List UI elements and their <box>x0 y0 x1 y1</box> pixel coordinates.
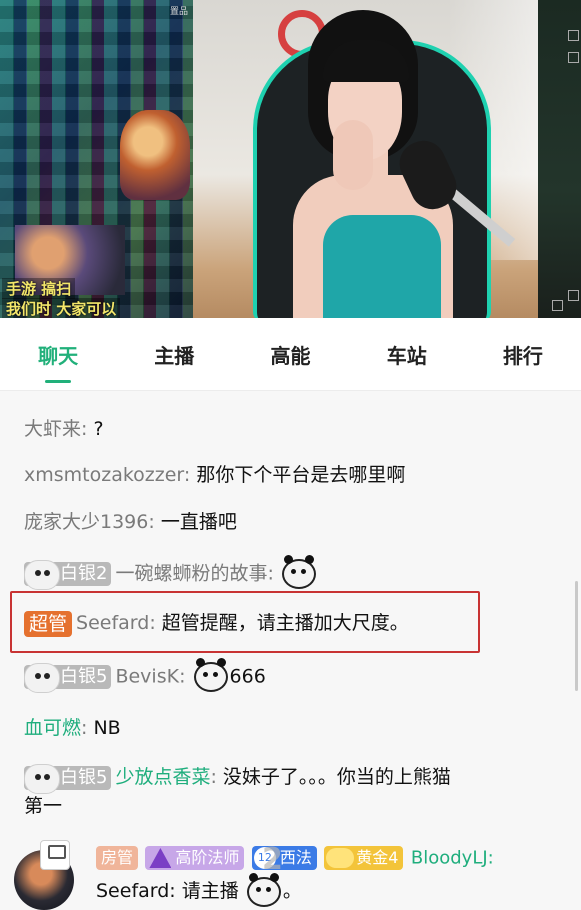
tab-chat[interactable]: 聊天 <box>0 340 116 383</box>
chat-message: 白银2 一碗螺蛳粉的故事: <box>24 555 318 590</box>
stream-side-panel <box>538 0 581 318</box>
separator: : <box>183 464 191 486</box>
chat-message: 血可燃: NB <box>24 715 121 741</box>
separator: : <box>148 511 155 533</box>
chat-username[interactable]: Seefard <box>76 612 149 634</box>
live-video-player[interactable]: 置品 手游 搞扫 我们时 大家可以 <box>0 0 581 318</box>
tab-label: 聊天 <box>38 343 79 368</box>
chat-text: 一直播吧 <box>160 511 237 533</box>
chat-username[interactable]: 一碗螺蛳粉的故事 <box>115 563 267 585</box>
chat-message-admin: 超管 Seefard: 超管提醒，请主播加大尺度。 <box>24 610 409 637</box>
chat-username[interactable]: 大虾来 <box>24 418 81 440</box>
chat-username[interactable]: BevisK <box>115 666 179 688</box>
chat-text: 没妹子了。。。你当的上熊猫 <box>222 766 451 788</box>
badge-label: 白银5 <box>60 766 108 788</box>
tab-station[interactable]: 车站 <box>349 340 465 369</box>
side-panel-box <box>552 300 563 311</box>
chat-scrollbar[interactable] <box>575 581 578 691</box>
badge-row: 房管 高阶法师 12 西法 黄金4 BloodyLJ: <box>96 846 494 870</box>
chat-username[interactable]: 少放点香菜 <box>115 766 210 788</box>
chat-message: 庞家大少1396: 一直播吧 <box>24 509 237 535</box>
game-corner-label: 置品 <box>170 7 189 17</box>
chat-text-tail: 。 <box>282 880 302 902</box>
chat-text: Seefard: 请主播 。 <box>96 872 302 907</box>
tab-anchor[interactable]: 主播 <box>116 340 232 369</box>
tab-label: 高能 <box>270 343 311 368</box>
separator: : <box>81 717 88 739</box>
chat-message: 大虾来: ? <box>24 416 104 442</box>
tab-label: 排行 <box>502 343 543 368</box>
chat-message: xmsmtozakozzer: 那你下个平台是去哪里啊 <box>24 462 405 488</box>
gold-badge-label: 黄金4 <box>356 848 399 867</box>
panda-icon <box>24 763 60 794</box>
watermark-number: 2 <box>262 842 283 877</box>
chat-username[interactable]: 血可燃 <box>24 717 81 739</box>
badge-label: 白银2 <box>60 563 108 584</box>
tab-label: 车站 <box>386 343 427 368</box>
tab-label: 主播 <box>154 343 195 368</box>
mage-badge: 高阶法师 <box>145 846 245 870</box>
panda-icon <box>24 560 60 590</box>
side-panel-box <box>568 30 579 41</box>
badge-label: 白银5 <box>60 666 108 687</box>
panda-emoji-icon <box>281 555 316 589</box>
tab-bar: 聊天 主播 高能 车站 排行 <box>0 318 581 391</box>
game-screen-overlay: 置品 手游 搞扫 我们时 大家可以 <box>0 0 193 318</box>
streamer-top <box>323 215 441 318</box>
admin-badge: 超管 <box>24 610 73 637</box>
chat-text: NB <box>93 717 121 739</box>
game-caption-line-1: 手游 搞扫 <box>2 278 76 299</box>
chat-username[interactable]: BloodyLJ: <box>411 848 494 869</box>
chat-message: 白银5 BevisK: 666 <box>24 658 266 693</box>
chat-list[interactable]: 大虾来: ? xmsmtozakozzer: 那你下个平台是去哪里啊 庞家大少1… <box>0 391 581 896</box>
wizard-hat-icon <box>149 848 172 868</box>
separator: : <box>81 418 88 440</box>
room-admin-badge: 房管 <box>96 846 139 870</box>
panda-emoji-icon <box>246 872 281 907</box>
save-icon[interactable] <box>40 840 70 870</box>
tab-highlights[interactable]: 高能 <box>232 340 348 369</box>
separator: : <box>210 766 217 788</box>
side-panel-box <box>568 290 579 301</box>
side-panel-box <box>568 52 579 63</box>
chat-message-continued: 第一 <box>24 793 62 819</box>
gold-badge: 黄金4 <box>324 846 404 870</box>
silver-badge: 白银5 <box>24 663 112 693</box>
webcam-feed <box>193 0 538 318</box>
fan-badge-label: 西法 <box>279 848 312 867</box>
panda-icon <box>24 663 60 693</box>
separator: : <box>149 612 156 634</box>
chat-text-body: Seefard: 请主播 <box>96 880 239 902</box>
tab-ranking[interactable]: 排行 <box>465 340 581 369</box>
game-character-image <box>120 110 190 200</box>
silver-badge: 白银2 <box>24 560 112 590</box>
mage-badge-label: 高阶法师 <box>175 848 240 867</box>
game-caption-line-2: 我们时 大家可以 <box>2 298 121 318</box>
chat-latest-message: 房管 高阶法师 12 西法 黄金4 BloodyLJ: 2 Seefard: 请主… <box>0 830 581 910</box>
separator: : <box>179 665 186 688</box>
chat-text: 第一 <box>24 795 63 817</box>
streamer-hand <box>333 120 373 190</box>
chat-text: 那你下个平台是去哪里啊 <box>196 464 406 486</box>
chat-username[interactable]: 庞家大少1396 <box>24 511 148 533</box>
mask-icon <box>326 848 355 868</box>
panda-emoji-icon <box>193 658 228 692</box>
chat-text: 超管提醒，请主播加大尺度。 <box>161 612 409 634</box>
chat-message: 白银5 少放点香菜: 没妹子了。。。你当的上熊猫 <box>24 763 451 794</box>
chat-username[interactable]: xmsmtozakozzer <box>24 464 184 486</box>
chat-text: 666 <box>229 665 266 688</box>
chat-text: ? <box>93 418 104 440</box>
active-tab-indicator <box>45 379 72 383</box>
separator: : <box>267 562 274 585</box>
silver-badge: 白银5 <box>24 763 112 794</box>
